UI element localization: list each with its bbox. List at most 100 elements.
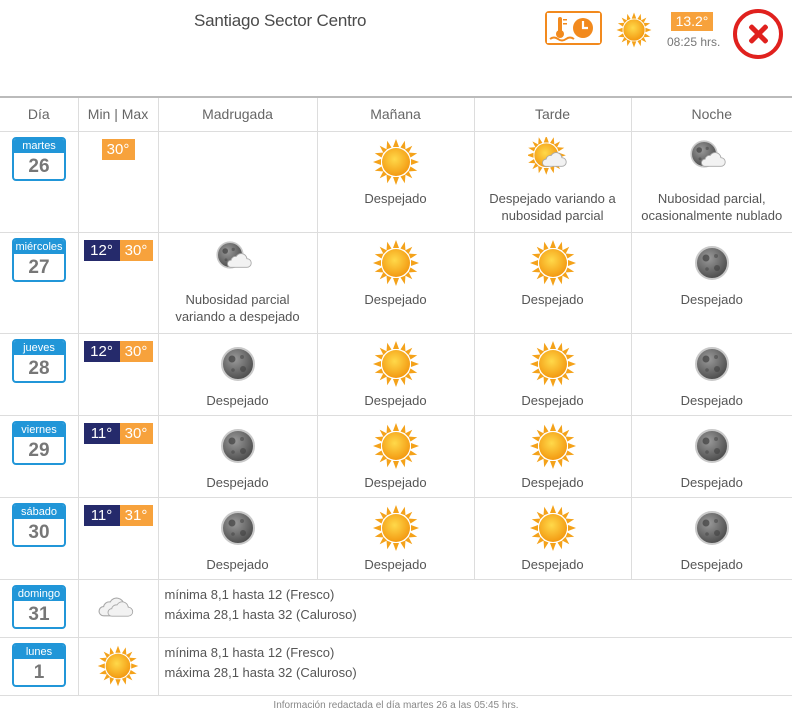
weather-description: Despejado bbox=[680, 556, 743, 572]
sun-icon bbox=[371, 238, 421, 288]
weather-description: Despejado bbox=[521, 474, 584, 490]
day-name: sábado bbox=[14, 504, 64, 519]
day-cell: martes 26 bbox=[0, 131, 78, 233]
moon-icon bbox=[687, 421, 737, 471]
extended-icon-cell bbox=[77, 637, 158, 696]
weather-description: Despejado bbox=[521, 291, 584, 307]
moon-icon bbox=[687, 503, 737, 553]
day-cell: viernes 29 bbox=[0, 415, 78, 498]
sun-cloud-icon bbox=[527, 136, 567, 175]
weather-description: Despejado bbox=[206, 392, 269, 408]
period-cell: Despejado bbox=[157, 333, 317, 416]
current-temperature: 13.2° bbox=[671, 12, 713, 31]
extended-summary: mínima 8,1 hasta 12 (Fresco) máxima 28,1 … bbox=[157, 637, 792, 696]
sun-icon bbox=[528, 339, 578, 389]
forecast-row: martes 26 30° Despejado Despejado variando a… bbox=[0, 131, 792, 233]
date-badge: martes 26 bbox=[12, 136, 66, 181]
min-temp: 12° bbox=[83, 239, 120, 261]
day-cell: jueves 28 bbox=[0, 333, 78, 416]
sun-icon bbox=[528, 503, 578, 553]
footer-note: Información redactada el día martes 26 a… bbox=[273, 700, 519, 711]
moon-cloud-icon bbox=[690, 139, 726, 168]
temperature-history-button[interactable] bbox=[545, 11, 602, 45]
moon-icon bbox=[213, 339, 263, 389]
column-header-afternoon: Tarde bbox=[473, 96, 631, 132]
moon-icon bbox=[213, 503, 263, 553]
sun-icon bbox=[371, 503, 421, 553]
period-cell: Despejado bbox=[630, 333, 792, 416]
sun-icon bbox=[528, 421, 578, 471]
day-name: viernes bbox=[14, 422, 64, 437]
period-cell: Despejado bbox=[473, 333, 631, 416]
weather-description: Nubosidad parcial variando a despejado bbox=[175, 291, 300, 324]
day-name: lunes bbox=[14, 644, 64, 659]
moon-icon bbox=[687, 238, 737, 288]
day-name: miércoles bbox=[14, 239, 64, 254]
period-cell: Despejado bbox=[316, 232, 474, 334]
current-time: 08:25 hrs. bbox=[667, 35, 721, 49]
min-summary: mínima 8,1 hasta 12 (Fresco) bbox=[164, 586, 335, 602]
moon-icon bbox=[213, 421, 263, 471]
day-number: 28 bbox=[28, 357, 50, 379]
weather-description: Despejado bbox=[680, 291, 743, 307]
weather-description: Despejado bbox=[364, 474, 427, 490]
column-header-minmax: Min | Max bbox=[77, 96, 158, 132]
max-summary: máxima 28,1 hasta 32 (Caluroso) bbox=[164, 606, 357, 622]
day-name: jueves bbox=[14, 340, 64, 355]
period-cell: Despejado bbox=[473, 415, 631, 498]
header: Santiago Sector Centro 13.2° 08:25 hrs. bbox=[0, 0, 792, 96]
weather-description: Despejado bbox=[364, 392, 427, 408]
extended-row: lunes 1 mínima 8,1 hasta 12 (Fresco) máxima… bbox=[0, 637, 792, 696]
period-cell: Despejado bbox=[316, 131, 474, 233]
forecast-table: Día Min | Max Madrugada Mañana Tarde Noc… bbox=[0, 96, 792, 696]
period-cell: Despejado variando a nubosidad parcial bbox=[473, 131, 631, 233]
min-temp: 11° bbox=[83, 504, 120, 526]
sun-icon bbox=[371, 339, 421, 389]
max-temp: 30° bbox=[119, 239, 153, 261]
date-badge: viernes 29 bbox=[12, 420, 66, 465]
max-temp: 30° bbox=[119, 340, 153, 362]
weather-description: Despejado bbox=[680, 392, 743, 408]
min-temp: 11° bbox=[83, 422, 120, 444]
period-cell: Nubosidad parcial, ocasionalmente nublad… bbox=[630, 131, 792, 233]
day-number: 1 bbox=[33, 661, 45, 683]
column-header-dawn: Madrugada bbox=[157, 96, 317, 132]
forecast-row: sábado 30 11° 31° Despejado Despejado Despejad… bbox=[0, 497, 792, 580]
column-header-night: Noche bbox=[630, 96, 792, 132]
max-temp: 31° bbox=[119, 504, 153, 526]
weather-description: Despejado bbox=[521, 392, 584, 408]
forecast-row: jueves 28 12° 30° Despejado Despejado Despejad… bbox=[0, 333, 792, 416]
close-button[interactable] bbox=[733, 9, 783, 59]
min-summary: mínima 8,1 hasta 12 (Fresco) bbox=[164, 644, 335, 660]
weather-description: Despejado bbox=[521, 556, 584, 572]
minmax-cell: 11° 30° bbox=[77, 415, 158, 498]
period-cell: Despejado bbox=[157, 415, 317, 498]
moon-icon bbox=[687, 339, 737, 389]
current-sun-icon bbox=[615, 11, 653, 54]
min-temp: 12° bbox=[83, 340, 120, 362]
period-cell: Despejado bbox=[630, 232, 792, 334]
day-cell: lunes 1 bbox=[0, 637, 78, 696]
weather-description: Despejado bbox=[680, 474, 743, 490]
clouds-icon bbox=[98, 597, 134, 617]
period-cell: Nubosidad parcial variando a despejado bbox=[157, 232, 317, 334]
weather-description: Despejado bbox=[364, 190, 427, 206]
forecast-row: miércoles 27 12° 30° Nubosidad parcial varia… bbox=[0, 232, 792, 334]
day-cell: miércoles 27 bbox=[0, 232, 78, 334]
period-cell: Despejado bbox=[316, 415, 474, 498]
weather-description: Despejado bbox=[364, 556, 427, 572]
location-title: Santiago Sector Centro bbox=[194, 11, 367, 30]
extended-summary: mínima 8,1 hasta 12 (Fresco) máxima 28,1 … bbox=[157, 579, 792, 638]
thermometer-clock-icon bbox=[547, 13, 600, 43]
day-number: 31 bbox=[28, 603, 50, 625]
period-cell: Despejado bbox=[473, 232, 631, 334]
period-cell: Despejado bbox=[316, 333, 474, 416]
weather-description: Nubosidad parcial, ocasionalmente nublad… bbox=[641, 190, 783, 223]
date-badge: miércoles 27 bbox=[12, 237, 66, 282]
column-header-day: Día bbox=[0, 96, 78, 132]
date-badge: jueves 28 bbox=[12, 338, 66, 383]
weather-description: Despejado variando a nubosidad parcial bbox=[489, 190, 616, 223]
weather-description: Despejado bbox=[206, 474, 269, 490]
period-cell bbox=[157, 131, 317, 233]
date-badge: domingo 31 bbox=[12, 584, 66, 629]
